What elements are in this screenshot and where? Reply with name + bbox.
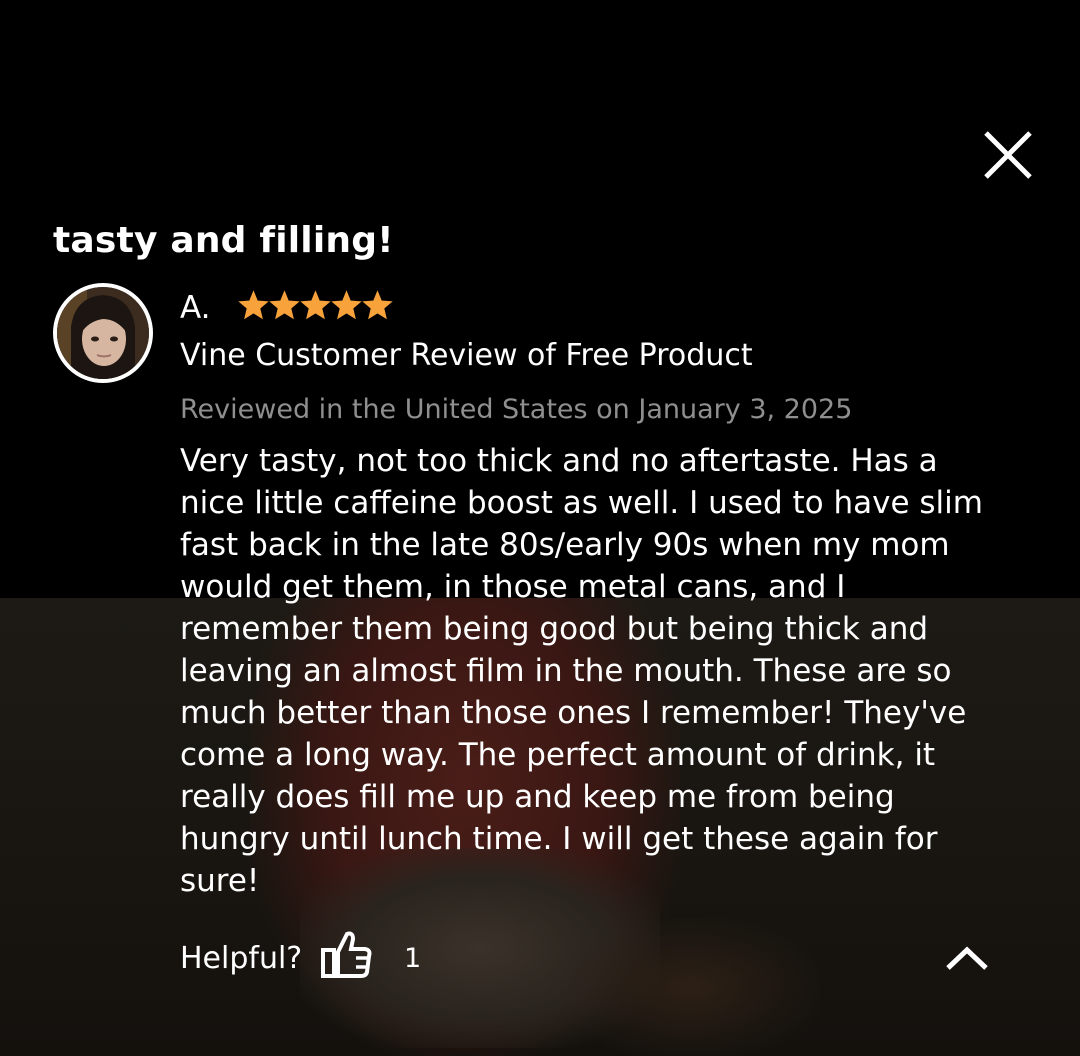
- collapse-button[interactable]: [942, 936, 992, 980]
- star-icon: [269, 290, 300, 320]
- star-icon: [362, 290, 393, 320]
- star-icon: [331, 290, 362, 320]
- vine-badge: Vine Customer Review of Free Product: [180, 338, 753, 373]
- star-rating: [238, 290, 393, 324]
- review-title: tasty and filling!: [53, 220, 394, 261]
- star-icon: [300, 290, 331, 320]
- review-date: Reviewed in the United States on January…: [180, 394, 853, 425]
- avatar[interactable]: [53, 283, 153, 383]
- review-body: Very tasty, not too thick and no afterta…: [180, 443, 983, 899]
- chevron-up-icon: [946, 946, 988, 970]
- review-footer: Helpful? 1: [180, 928, 1020, 988]
- star-icon: [238, 290, 269, 320]
- thumbs-up-icon: [321, 931, 372, 978]
- helpful-label: Helpful?: [180, 941, 303, 976]
- review-viewer: tasty and filling! A. Vine Customer Revi…: [0, 0, 1080, 1056]
- reviewer-name[interactable]: A.: [180, 288, 211, 328]
- helpful-count: 1: [404, 943, 422, 974]
- close-button[interactable]: [980, 127, 1036, 183]
- close-icon: [984, 131, 1032, 179]
- helpful-button[interactable]: [320, 928, 374, 984]
